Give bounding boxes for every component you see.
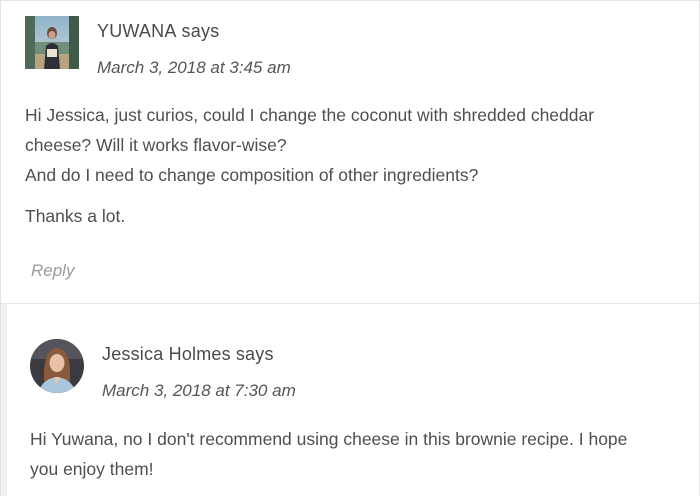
comment: YUWANA says March 3, 2018 at 3:45 am Hi J… bbox=[1, 1, 699, 303]
avatar[interactable] bbox=[30, 339, 84, 393]
comment-date-link[interactable]: March 3, 2018 at 7:30 am bbox=[102, 381, 296, 401]
reply-link[interactable]: Reply bbox=[31, 261, 74, 281]
author-name[interactable]: YUWANA bbox=[97, 21, 177, 41]
comment-reply: Jessica Holmes says March 3, 2018 at 7:30… bbox=[1, 304, 699, 496]
comment-closing: Thanks a lot. bbox=[25, 206, 126, 226]
avatar[interactable] bbox=[25, 16, 79, 69]
comment-line: you enjoy them! bbox=[30, 459, 154, 479]
avatar-photo bbox=[30, 339, 84, 393]
comment-line: Hi Jessica, just curios, could I change … bbox=[25, 105, 595, 125]
author-says: says bbox=[181, 21, 220, 41]
comment-body: Hi Yuwana, no I don't recommend using ch… bbox=[30, 424, 690, 484]
author-says: says bbox=[235, 344, 274, 364]
comment-date-link[interactable]: March 3, 2018 at 3:45 am bbox=[97, 58, 291, 78]
avatar-photo bbox=[25, 16, 79, 69]
comment-body: Hi Jessica, just curios, could I change … bbox=[25, 100, 685, 231]
comment-line: Hi Yuwana, no I don't recommend using ch… bbox=[30, 429, 628, 449]
comment-line: cheese? Will it works flavor-wise? bbox=[25, 135, 287, 155]
comment-author: Jessica Holmes says bbox=[102, 344, 274, 365]
author-name[interactable]: Jessica Holmes bbox=[102, 344, 231, 364]
comment-author: YUWANA says bbox=[97, 21, 219, 42]
comment-line: And do I need to change composition of o… bbox=[25, 165, 479, 185]
